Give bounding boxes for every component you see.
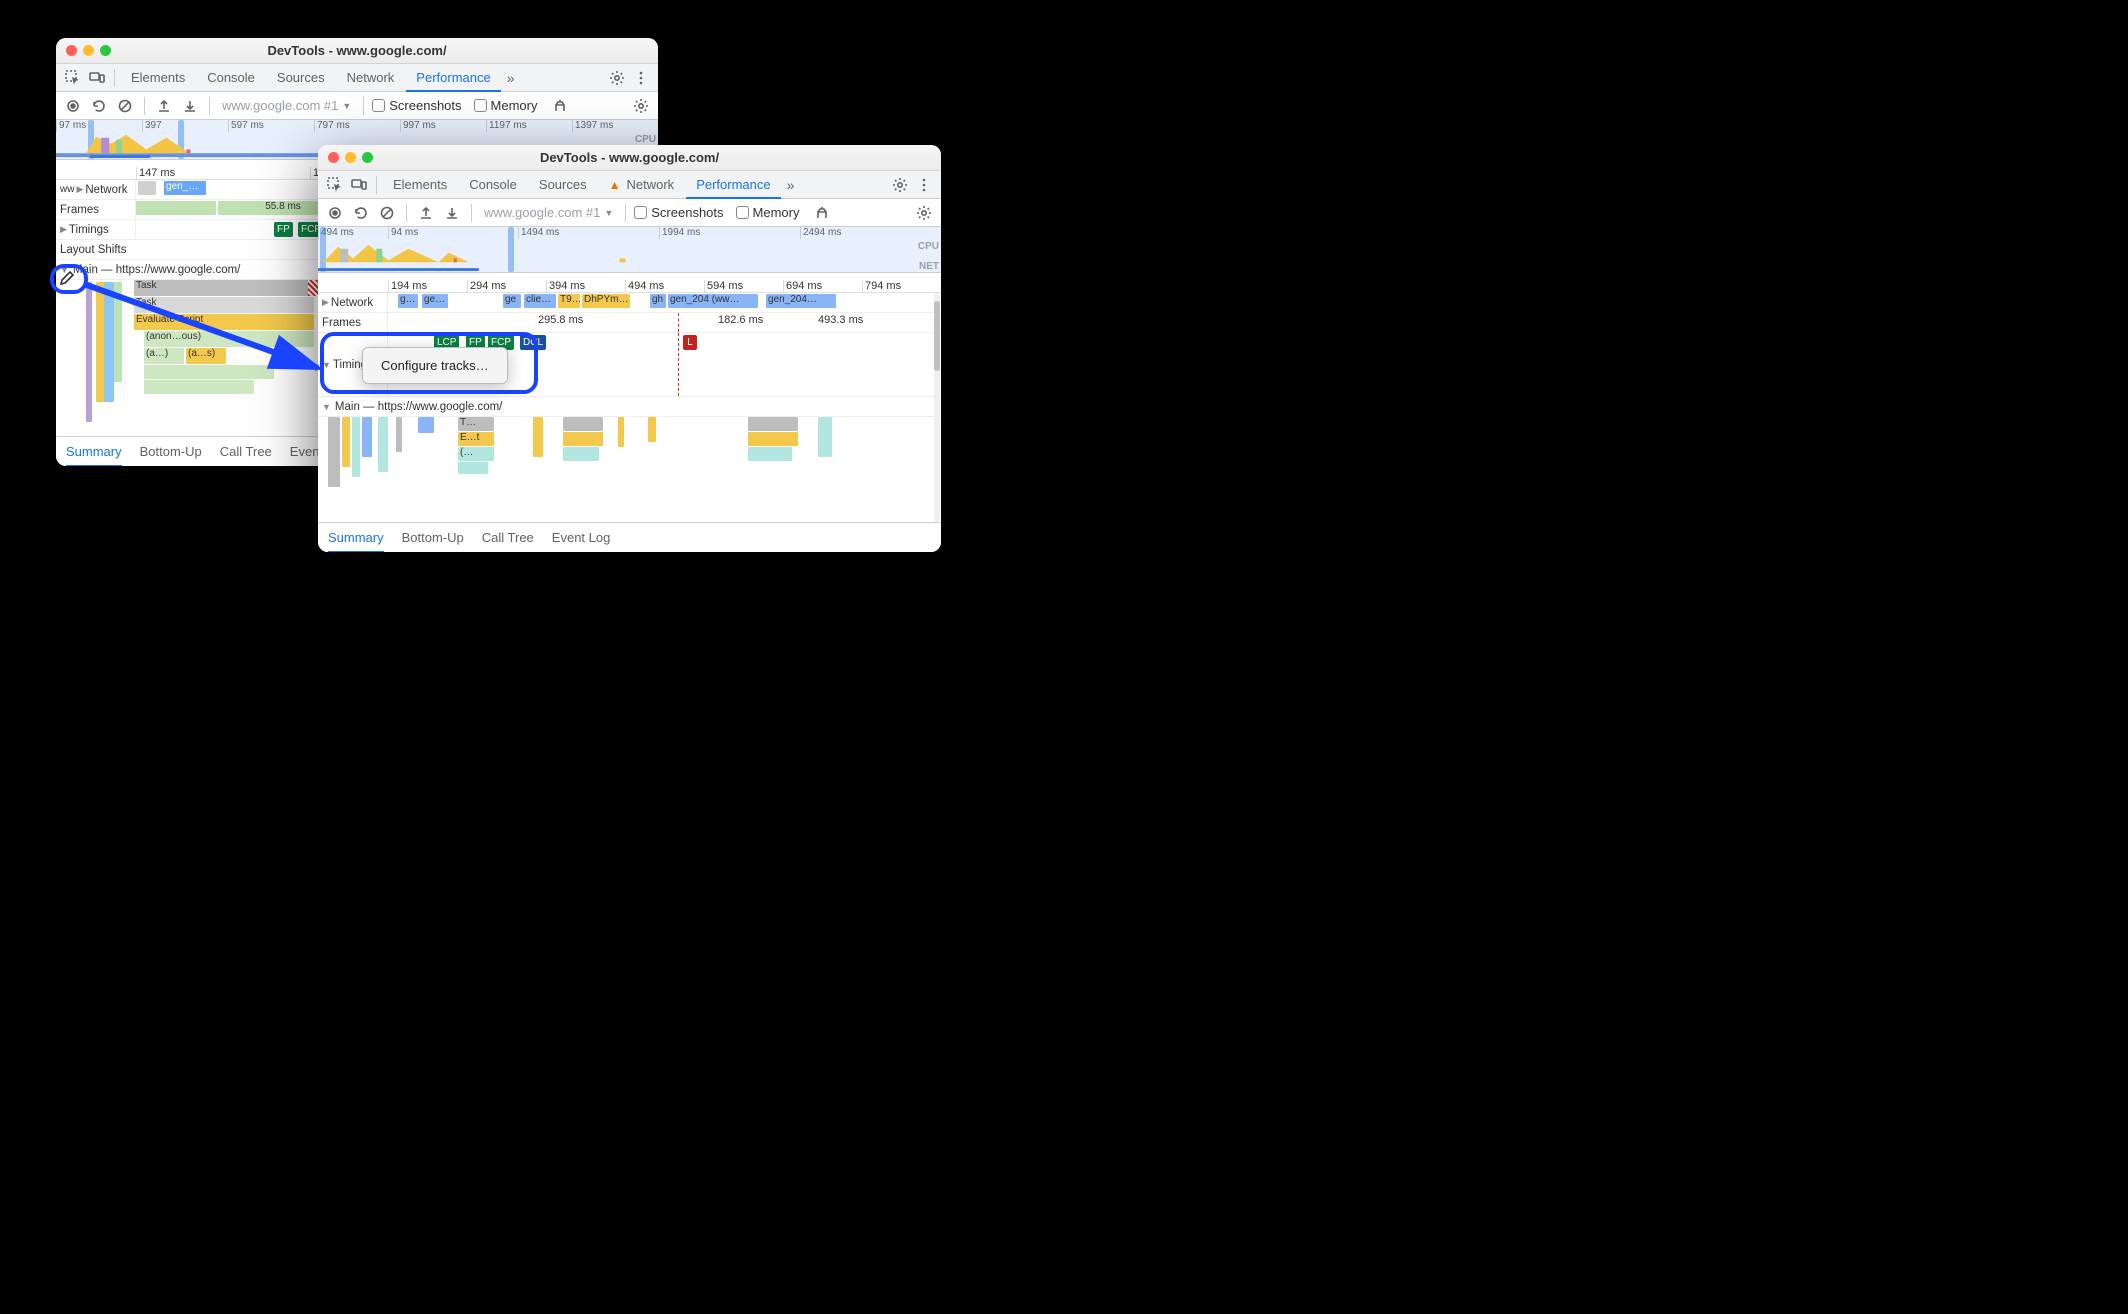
tab-console[interactable]: Console bbox=[459, 171, 527, 199]
tab-summary[interactable]: Summary bbox=[66, 437, 122, 467]
tab-event-log[interactable]: Event Log bbox=[552, 523, 611, 553]
zoom-icon[interactable] bbox=[362, 152, 373, 163]
cpu-art bbox=[318, 239, 941, 272]
tab-network[interactable]: ▲Network bbox=[599, 171, 685, 199]
chevron-right-icon: ▶ bbox=[60, 224, 67, 235]
titlebar: DevTools - www.google.com/ bbox=[56, 38, 658, 64]
kebab-icon[interactable] bbox=[630, 67, 652, 89]
inspect-icon[interactable] bbox=[62, 67, 84, 89]
memory-checkbox[interactable]: Memory bbox=[736, 205, 800, 220]
overview-minimap[interactable]: 494 ms 94 ms 1494 ms 1994 ms 2494 ms CPU… bbox=[318, 227, 941, 273]
pencil-icon[interactable] bbox=[59, 270, 75, 289]
tab-elements[interactable]: Elements bbox=[383, 171, 457, 199]
context-menu: Configure tracks… bbox=[362, 347, 508, 384]
menu-configure-tracks[interactable]: Configure tracks… bbox=[363, 354, 507, 377]
recording-select[interactable]: www.google.com #1▼ bbox=[480, 205, 617, 220]
gear-icon[interactable] bbox=[889, 174, 911, 196]
timing-fp[interactable]: FP bbox=[274, 222, 293, 237]
tab-console[interactable]: Console bbox=[197, 64, 265, 92]
tab-sources[interactable]: Sources bbox=[267, 64, 335, 92]
track-main-header: ▼Main — https://www.google.com/ bbox=[318, 397, 941, 417]
close-icon[interactable] bbox=[66, 45, 77, 56]
main-flame-chart[interactable]: T… E…t (… bbox=[318, 417, 941, 497]
traffic-lights bbox=[328, 152, 373, 163]
gear-icon[interactable] bbox=[606, 67, 628, 89]
clear-icon[interactable] bbox=[114, 95, 136, 117]
tab-sources[interactable]: Sources bbox=[529, 171, 597, 199]
minimize-icon[interactable] bbox=[83, 45, 94, 56]
gc-icon[interactable] bbox=[811, 202, 833, 224]
tab-performance[interactable]: Performance bbox=[686, 171, 780, 199]
reload-icon[interactable] bbox=[350, 202, 372, 224]
panel-tabs: Elements Console Sources Network Perform… bbox=[56, 64, 658, 92]
frame-value: 182.6 ms bbox=[718, 314, 763, 326]
record-icon[interactable] bbox=[62, 95, 84, 117]
traffic-lights bbox=[66, 45, 111, 56]
track-network: ▶Network g… ge… ge clie… T9… DhPYm… gh g… bbox=[318, 293, 941, 313]
more-tabs-icon[interactable]: » bbox=[783, 177, 799, 193]
inspect-icon[interactable] bbox=[324, 174, 346, 196]
tab-bottom-up[interactable]: Bottom-Up bbox=[402, 523, 464, 553]
download-icon[interactable] bbox=[179, 95, 201, 117]
scrollbar[interactable] bbox=[934, 293, 940, 522]
settings-icon[interactable] bbox=[630, 95, 652, 117]
gc-icon[interactable] bbox=[549, 95, 571, 117]
upload-icon[interactable] bbox=[415, 202, 437, 224]
memory-checkbox[interactable]: Memory bbox=[474, 98, 538, 113]
track-frames: Frames 295.8 ms 182.6 ms 493.3 ms bbox=[318, 313, 941, 333]
titlebar: DevTools - www.google.com/ bbox=[318, 145, 941, 171]
kebab-icon[interactable] bbox=[913, 174, 935, 196]
zoom-icon[interactable] bbox=[100, 45, 111, 56]
tab-bottom-up[interactable]: Bottom-Up bbox=[140, 437, 202, 467]
frame-value: 493.3 ms bbox=[818, 314, 863, 326]
overview-ticks: 97 ms397597 ms797 ms997 ms1197 ms1397 ms bbox=[56, 120, 658, 132]
tab-network[interactable]: Network bbox=[337, 64, 405, 92]
settings-icon[interactable] bbox=[913, 202, 935, 224]
frames-track-label[interactable]: Frames bbox=[56, 200, 136, 219]
reload-icon[interactable] bbox=[88, 95, 110, 117]
minimize-icon[interactable] bbox=[345, 152, 356, 163]
timing-l-marker[interactable]: L bbox=[683, 335, 697, 350]
chevron-right-icon: ▶ bbox=[76, 184, 83, 195]
screenshots-checkbox[interactable]: Screenshots bbox=[634, 205, 723, 220]
device-icon[interactable] bbox=[86, 67, 108, 89]
perf-toolbar: www.google.com #1▼ Screenshots Memory bbox=[318, 199, 941, 227]
clear-icon[interactable] bbox=[376, 202, 398, 224]
tab-call-tree[interactable]: Call Tree bbox=[220, 437, 272, 467]
panel-tabs: Elements Console Sources ▲Network Perfor… bbox=[318, 171, 941, 199]
network-chip[interactable]: gen_… bbox=[164, 181, 206, 195]
tab-performance[interactable]: Performance bbox=[406, 64, 500, 92]
warning-icon: ▲ bbox=[609, 178, 621, 192]
overview-ticks: 494 ms 94 ms 1494 ms 1994 ms 2494 ms bbox=[318, 227, 941, 239]
details-tabs: Summary Bottom-Up Call Tree Event Log bbox=[318, 522, 941, 552]
window-title: DevTools - www.google.com/ bbox=[56, 43, 658, 58]
recording-select[interactable]: www.google.com #1▼ bbox=[218, 98, 355, 113]
network-track-label[interactable]: ww ▶ Network bbox=[56, 180, 136, 199]
upload-icon[interactable] bbox=[153, 95, 175, 117]
record-icon[interactable] bbox=[324, 202, 346, 224]
frame-value: 295.8 ms bbox=[538, 314, 583, 326]
timing-dcl[interactable]: DCL bbox=[520, 335, 546, 350]
timings-track-label[interactable]: ▶Timings bbox=[56, 220, 136, 239]
device-icon[interactable] bbox=[348, 174, 370, 196]
download-icon[interactable] bbox=[441, 202, 463, 224]
tab-call-tree[interactable]: Call Tree bbox=[482, 523, 534, 553]
chevron-down-icon: ▼ bbox=[322, 402, 331, 412]
tab-elements[interactable]: Elements bbox=[121, 64, 195, 92]
tab-summary[interactable]: Summary bbox=[328, 523, 384, 553]
window-title: DevTools - www.google.com/ bbox=[318, 150, 941, 165]
devtools-window-2: DevTools - www.google.com/ Elements Cons… bbox=[318, 145, 941, 552]
more-tabs-icon[interactable]: » bbox=[503, 70, 519, 86]
perf-toolbar: www.google.com #1▼ Screenshots Memory bbox=[56, 92, 658, 120]
screenshots-checkbox[interactable]: Screenshots bbox=[372, 98, 461, 113]
main-track-label[interactable]: ▼Main — https://www.google.com/ bbox=[318, 397, 941, 416]
tracks-area: ▶Network g… ge… ge clie… T9… DhPYm… gh g… bbox=[318, 293, 941, 522]
annotation-arrow bbox=[80, 278, 340, 388]
tab-event-log[interactable]: Even bbox=[290, 437, 320, 467]
close-icon[interactable] bbox=[328, 152, 339, 163]
time-ruler[interactable]: 194 ms294 ms394 ms494 ms594 ms694 ms794 … bbox=[318, 273, 941, 293]
